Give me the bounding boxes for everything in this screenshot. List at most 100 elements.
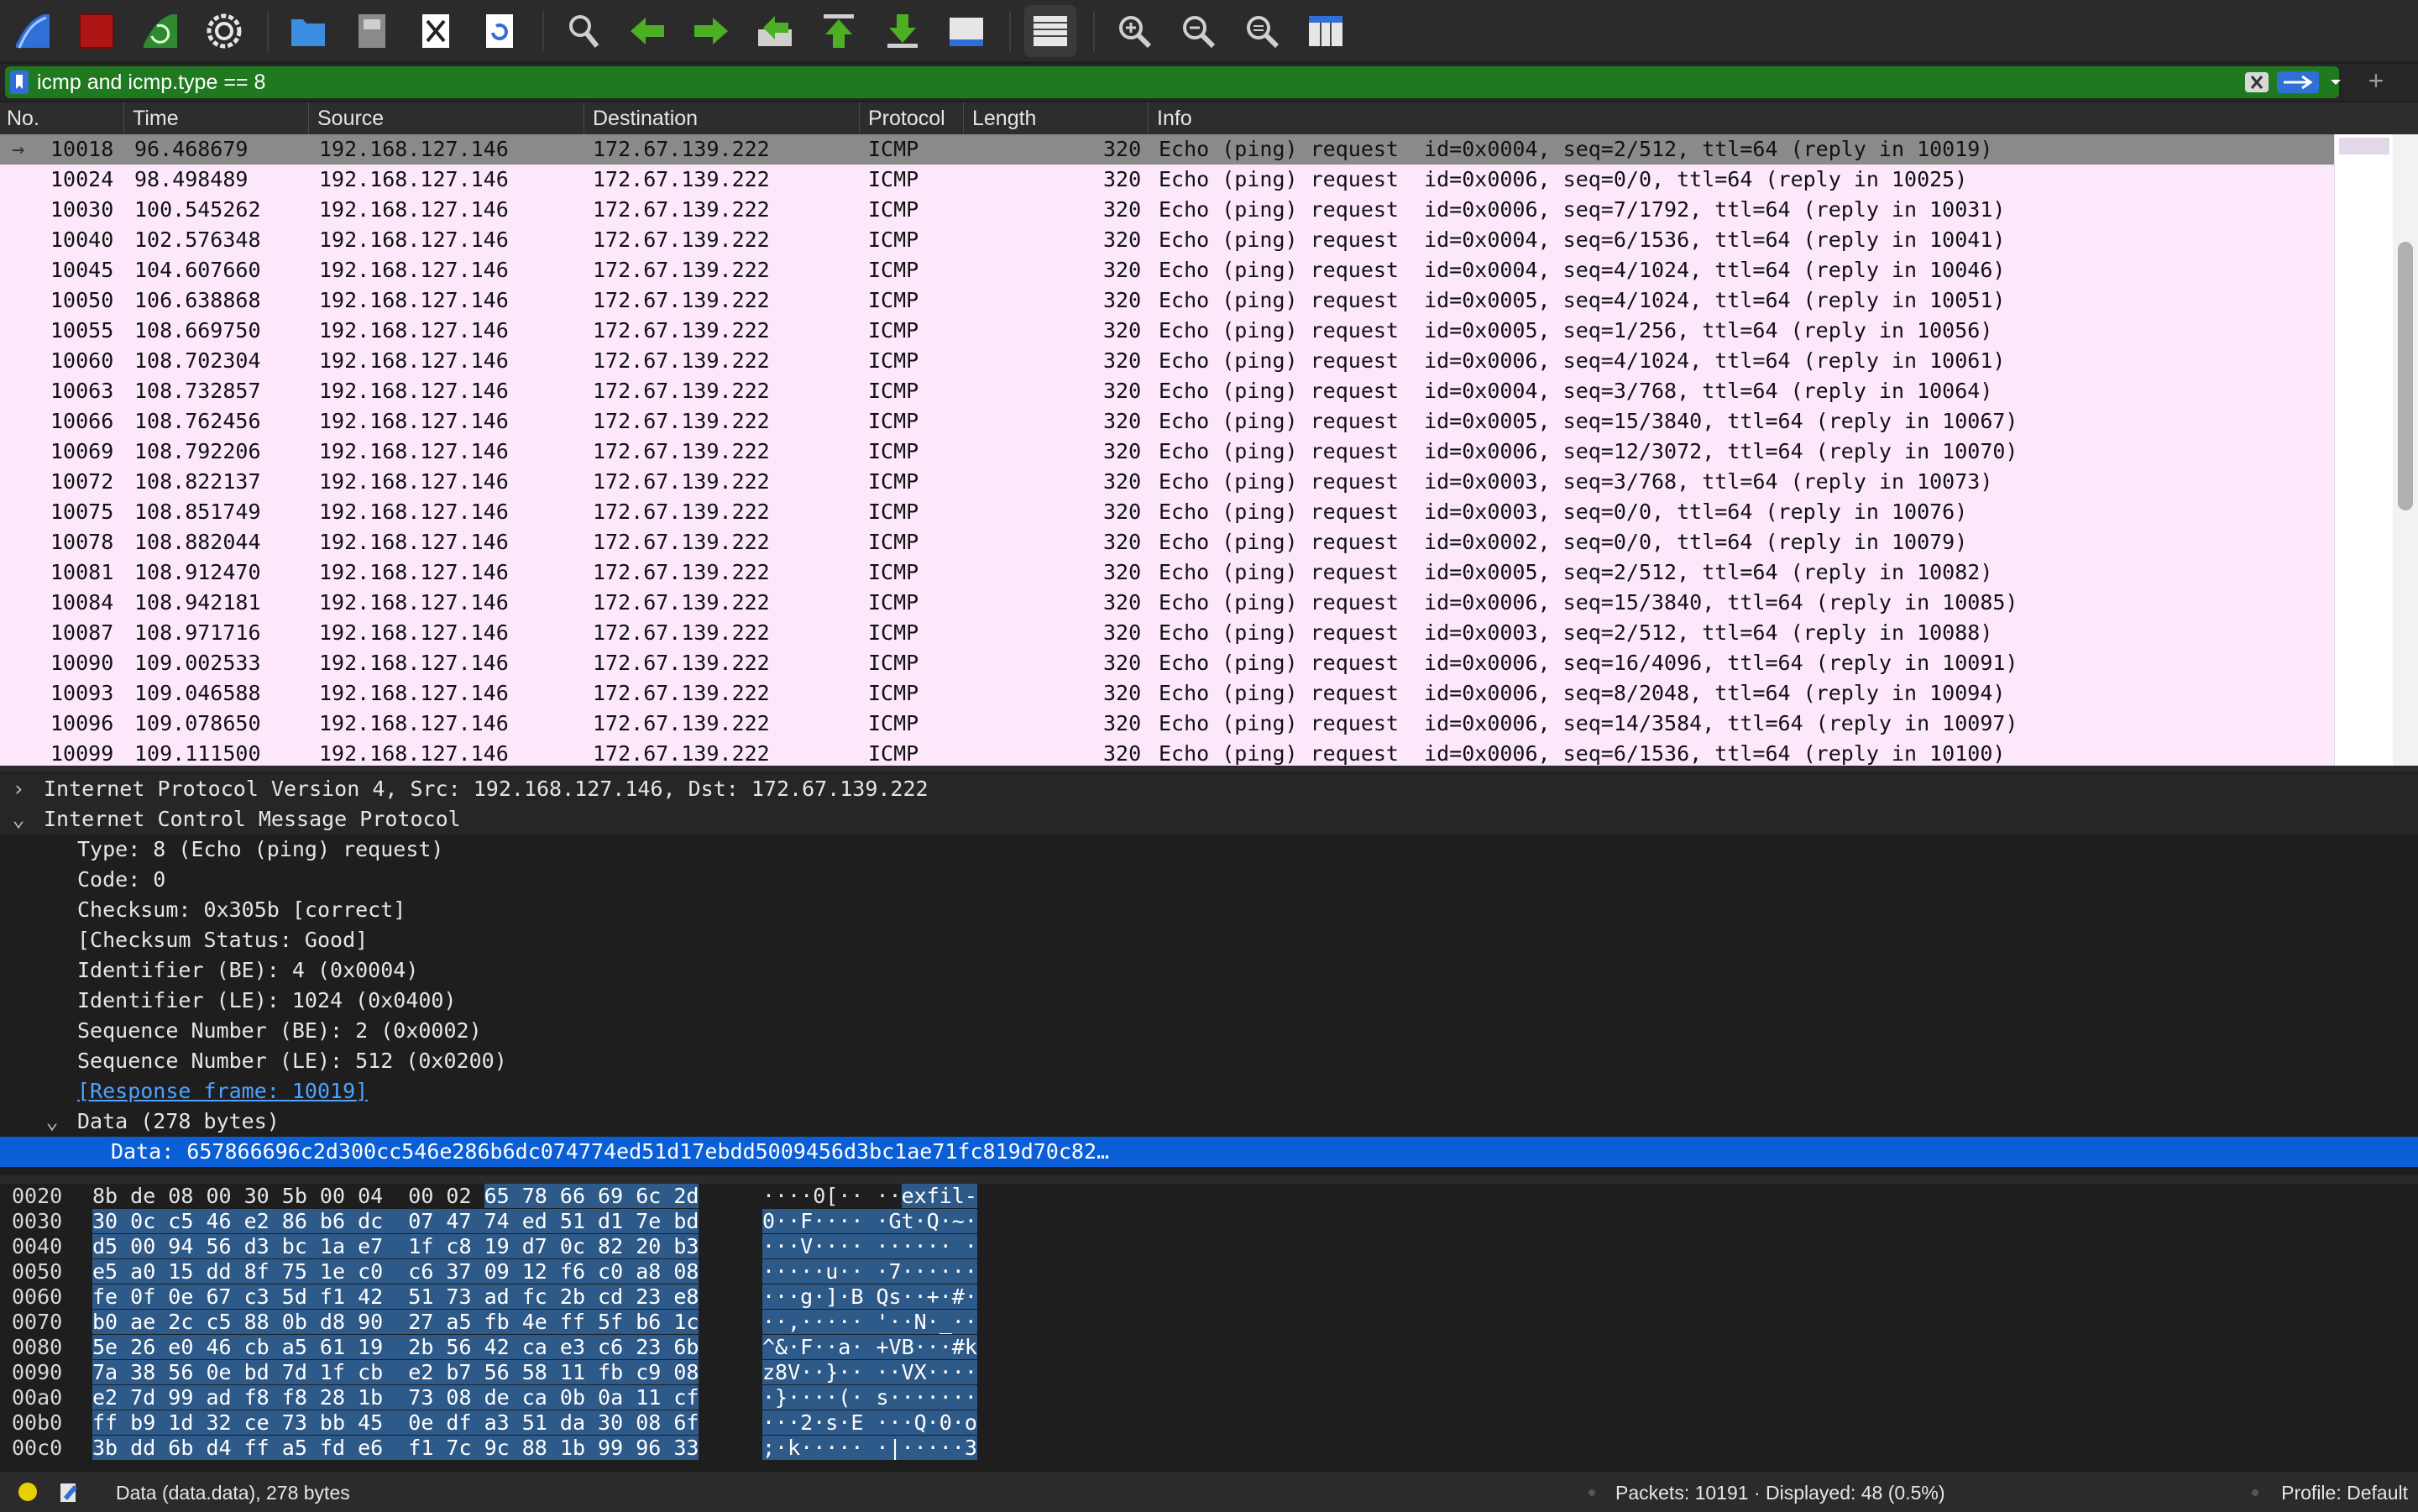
detail-row[interactable]: ⌄ Internet Control Message Protocol [0, 804, 2418, 834]
capture-options-button[interactable] [198, 5, 250, 57]
hex-bytes[interactable]: 30 0c c5 46 e2 86 b6 dc 07 47 74 ed 51 d… [92, 1209, 699, 1234]
autoscroll-button[interactable] [940, 5, 992, 57]
hex-ascii[interactable]: ··,····· '··N·_·· [762, 1310, 977, 1335]
column-header-time[interactable]: Time [126, 102, 309, 134]
chevron-down-icon[interactable]: ⌄ [8, 804, 29, 834]
hex-ascii[interactable]: ···2·s·E ···Q·0·o [762, 1410, 977, 1436]
go-last-packet-button[interactable] [877, 5, 929, 57]
display-filter-input[interactable] [37, 66, 2220, 98]
packet-list-scrollbar-thumb[interactable] [2398, 242, 2413, 510]
add-filter-button[interactable]: + [2361, 65, 2391, 96]
hex-bytes[interactable]: 7a 38 56 0e bd 7d 1f cb e2 b7 56 58 11 f… [92, 1360, 699, 1385]
hex-bytes[interactable]: 5e 26 e0 46 cb a5 61 19 2b 56 42 ca e3 c… [92, 1335, 699, 1360]
packet-row[interactable]: 10084 108.942181 192.168.127.146 172.67.139… [0, 588, 2334, 618]
hex-bytes[interactable]: 8b de 08 00 30 5b 00 04 00 02 65 78 66 6… [92, 1184, 699, 1209]
pane-splitter[interactable] [0, 1175, 2418, 1184]
hex-offset: 00b0 [12, 1410, 63, 1435]
detail-row[interactable]: Sequence Number (LE): 512 (0x0200) [0, 1046, 2418, 1076]
go-forward-button[interactable] [685, 5, 737, 57]
detail-row[interactable]: Identifier (LE): 1024 (0x0400) [0, 986, 2418, 1016]
hex-bytes[interactable]: e5 a0 15 dd 8f 75 1e c0 c6 37 09 12 f6 c… [92, 1259, 699, 1284]
packet-row[interactable]: 10045 104.607660 192.168.127.146 172.67.139… [0, 255, 2334, 285]
packet-row[interactable]: → 10018 96.468679 192.168.127.146 172.67.139… [0, 134, 2334, 165]
response-frame-link[interactable]: [Response frame: 10019] [77, 1076, 368, 1107]
packet-row[interactable]: 10075 108.851749 192.168.127.146 172.67.139… [0, 497, 2334, 527]
start-capture-button[interactable] [7, 5, 59, 57]
packet-row[interactable]: 10087 108.971716 192.168.127.146 172.67.139… [0, 618, 2334, 648]
hex-bytes[interactable]: fe 0f 0e 67 c3 5d f1 42 51 73 ad fc 2b c… [92, 1284, 699, 1310]
clear-filter-icon[interactable] [2244, 71, 2269, 93]
column-header-info[interactable]: Info [1150, 102, 2410, 134]
go-to-packet-button[interactable] [749, 5, 801, 57]
hex-ascii[interactable]: ·····u·· ·7······ [762, 1259, 977, 1284]
zoom-out-button[interactable] [1172, 5, 1224, 57]
detail-row[interactable]: [Response frame: 10019] [0, 1076, 2418, 1107]
detail-row[interactable]: [Checksum Status: Good] [0, 925, 2418, 955]
hex-ascii[interactable]: ···V···· ······ · [762, 1234, 977, 1259]
hex-bytes[interactable]: d5 00 94 56 d3 bc 1a e7 1f c8 19 d7 0c 8… [92, 1234, 699, 1259]
bookmark-icon[interactable] [10, 71, 29, 94]
open-file-button[interactable] [282, 5, 334, 57]
column-header-protocol[interactable]: Protocol [861, 102, 964, 134]
detail-row[interactable]: › Internet Protocol Version 4, Src: 192.1… [0, 774, 2418, 804]
hex-bytes[interactable]: 3b dd 6b d4 ff a5 fd e6 f1 7c 9c 88 1b 9… [92, 1436, 699, 1461]
column-header-source[interactable]: Source [311, 102, 584, 134]
packet-row[interactable]: 10055 108.669750 192.168.127.146 172.67.139… [0, 316, 2334, 346]
go-back-button[interactable] [621, 5, 673, 57]
column-header-destination[interactable]: Destination [586, 102, 860, 134]
hex-bytes[interactable]: b0 ae 2c c5 88 0b d8 90 27 a5 fb 4e ff 5… [92, 1310, 699, 1335]
pane-splitter[interactable] [0, 766, 2418, 772]
packet-row[interactable]: 10050 106.638868 192.168.127.146 172.67.139… [0, 285, 2334, 316]
hex-ascii[interactable]: 0··F···· ·Gt·Q·~· [762, 1209, 977, 1234]
colorize-button[interactable] [1024, 4, 1076, 57]
hex-bytes[interactable]: e2 7d 99 ad f8 f8 28 1b 73 08 de ca 0b 0… [92, 1385, 699, 1410]
capture-comment-icon[interactable] [59, 1482, 79, 1504]
column-header-length[interactable]: Length [966, 102, 1149, 134]
packet-row[interactable]: 10099 109.111500 192.168.127.146 172.67.139… [0, 739, 2334, 766]
normal-size-button[interactable] [1236, 5, 1288, 57]
hex-ascii[interactable]: ^&·F··a· +VB···#k [762, 1335, 977, 1360]
find-packet-button[interactable] [557, 5, 610, 57]
packet-row[interactable]: 10040 102.576348 192.168.127.146 172.67.139… [0, 225, 2334, 255]
chevron-right-icon[interactable]: › [8, 774, 29, 804]
packet-row[interactable]: 10096 109.078650 192.168.127.146 172.67.139… [0, 709, 2334, 739]
detail-row[interactable]: ⌄ Data (278 bytes) [0, 1107, 2418, 1137]
restart-capture-button[interactable] [134, 5, 186, 57]
chevron-down-icon[interactable] [2329, 75, 2342, 90]
hex-ascii[interactable]: ·}····(· s······· [762, 1385, 977, 1410]
packet-row[interactable]: 10069 108.792206 192.168.127.146 172.67.139… [0, 437, 2334, 467]
detail-row[interactable]: Checksum: 0x305b [correct] [0, 895, 2418, 925]
packet-row[interactable]: 10093 109.046588 192.168.127.146 172.67.139… [0, 678, 2334, 709]
detail-row[interactable]: Sequence Number (BE): 2 (0x0002) [0, 1016, 2418, 1046]
column-header-no[interactable]: No. [0, 102, 124, 134]
hex-ascii[interactable]: ;·k····· ·|·····3 [762, 1436, 977, 1461]
detail-row[interactable]: Type: 8 (Echo (ping) request) [0, 834, 2418, 865]
reload-file-button[interactable] [474, 5, 526, 57]
packet-row[interactable]: 10030 100.545262 192.168.127.146 172.67.139… [0, 195, 2334, 225]
packet-row[interactable]: 10063 108.732857 192.168.127.146 172.67.139… [0, 376, 2334, 406]
chevron-down-icon[interactable]: ⌄ [42, 1107, 62, 1137]
hex-ascii[interactable]: ····0[·· ··exfil- [762, 1184, 977, 1209]
detail-row[interactable]: Data: 657866696c2d300cc546e286b6dc074774… [0, 1137, 2418, 1167]
packet-row[interactable]: 10024 98.498489 192.168.127.146 172.67.139.… [0, 165, 2334, 195]
packet-row[interactable]: 10090 109.002533 192.168.127.146 172.67.139… [0, 648, 2334, 678]
status-profile[interactable]: Profile: Default [2281, 1473, 2408, 1512]
save-file-button[interactable] [346, 5, 398, 57]
hex-ascii[interactable]: ···g·]·B Qs··+·#· [762, 1284, 977, 1310]
close-file-button[interactable] [410, 5, 462, 57]
packet-row[interactable]: 10081 108.912470 192.168.127.146 172.67.139… [0, 557, 2334, 588]
packet-row[interactable]: 10072 108.822137 192.168.127.146 172.67.139… [0, 467, 2334, 497]
stop-capture-button[interactable] [71, 5, 123, 57]
packet-row[interactable]: 10066 108.762456 192.168.127.146 172.67.139… [0, 406, 2334, 437]
go-first-packet-button[interactable] [813, 5, 865, 57]
resize-columns-button[interactable] [1300, 5, 1352, 57]
zoom-in-button[interactable] [1108, 5, 1160, 57]
apply-filter-icon[interactable] [2277, 71, 2319, 93]
packet-row[interactable]: 10078 108.882044 192.168.127.146 172.67.139… [0, 527, 2334, 557]
hex-bytes[interactable]: ff b9 1d 32 ce 73 bb 45 0e df a3 51 da 3… [92, 1410, 699, 1436]
expert-info-indicator-icon[interactable] [18, 1483, 37, 1501]
hex-ascii[interactable]: z8V··}·· ··VX···· [762, 1360, 977, 1385]
detail-row[interactable]: Code: 0 [0, 865, 2418, 895]
packet-row[interactable]: 10060 108.702304 192.168.127.146 172.67.139… [0, 346, 2334, 376]
detail-row[interactable]: Identifier (BE): 4 (0x0004) [0, 955, 2418, 986]
